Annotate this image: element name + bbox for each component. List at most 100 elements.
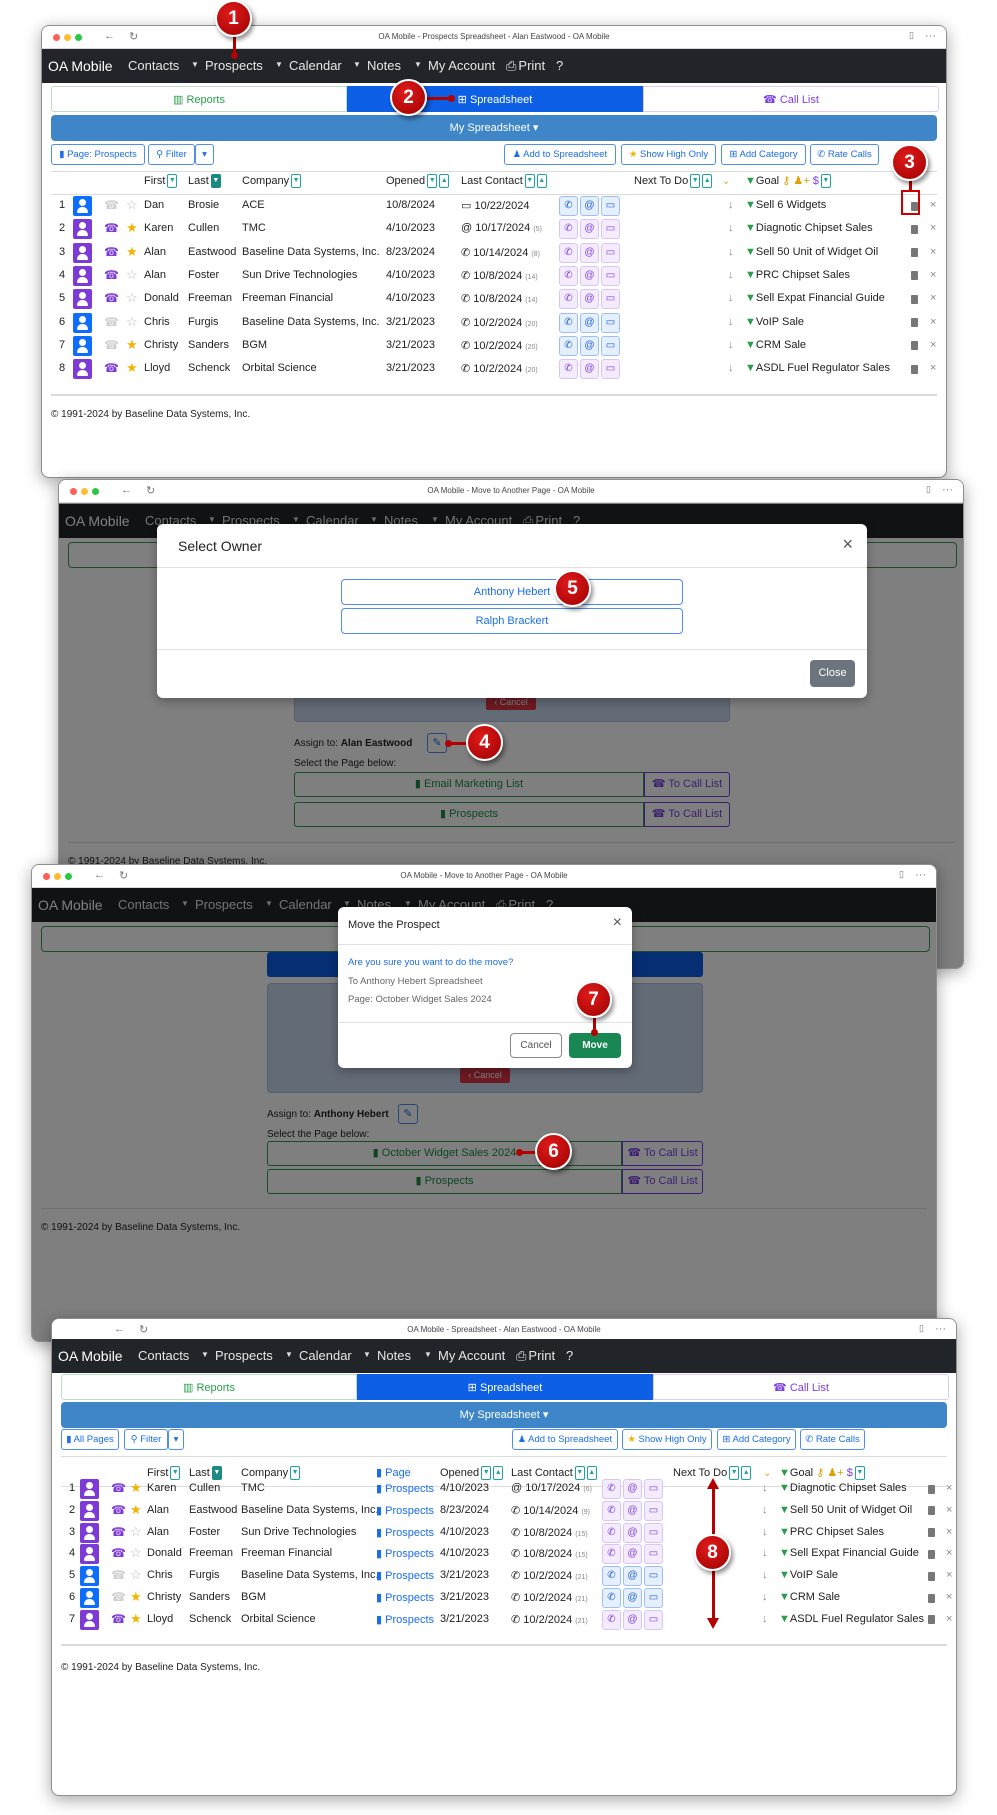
delete-icon[interactable]: × <box>946 1613 952 1625</box>
sort-desc-button[interactable]: ▼ <box>167 174 178 188</box>
contact-avatar-button[interactable] <box>73 265 92 286</box>
move-page-button[interactable] <box>911 223 918 235</box>
contact-avatar-button[interactable] <box>80 1609 99 1630</box>
move-page-button[interactable] <box>911 363 918 375</box>
modal-close-icon[interactable]: × <box>842 534 853 555</box>
note-button[interactable]: ▭ <box>601 289 620 310</box>
note-button[interactable]: ▭ <box>601 196 620 216</box>
email-button[interactable]: @ <box>623 1609 642 1630</box>
call-button[interactable]: ✆ <box>559 359 578 380</box>
sort-asc-button[interactable]: ▲ <box>493 1466 504 1480</box>
move-page-button[interactable] <box>911 270 918 282</box>
delete-icon[interactable]: × <box>930 362 936 374</box>
star-filled-icon[interactable]: ★ <box>130 1611 142 1627</box>
call-button[interactable]: ✆ <box>602 1500 621 1521</box>
nav-item-print[interactable]: ⎙Print <box>506 58 545 74</box>
star-empty-icon[interactable]: ☆ <box>130 1545 142 1561</box>
contact-avatar-button[interactable] <box>73 219 92 240</box>
page-link[interactable]: ▮ Prospects <box>376 1613 434 1626</box>
nav-item--[interactable]: ? <box>566 1348 573 1363</box>
delete-icon[interactable]: × <box>930 222 936 234</box>
contact-avatar-button[interactable] <box>80 1500 99 1521</box>
call-button[interactable]: ✆ <box>559 335 578 356</box>
move-page-button[interactable] <box>928 1614 935 1626</box>
delete-icon[interactable]: × <box>930 246 936 258</box>
email-button[interactable]: @ <box>580 219 599 240</box>
sort-desc-button[interactable]: ▼ <box>210 174 221 188</box>
delete-icon[interactable]: × <box>946 1547 952 1559</box>
delete-icon[interactable]: × <box>946 1526 952 1538</box>
tab-call-list[interactable]: ☎ Call List <box>643 86 939 112</box>
down-arrow-icon[interactable]: ↓ <box>728 292 734 304</box>
star-filled-icon[interactable]: ★ <box>126 337 138 353</box>
caret-down-icon[interactable]: ▼ <box>191 60 199 69</box>
nav-item-print[interactable]: ⎙Print <box>516 1348 555 1364</box>
call-list-icon[interactable]: ☎ <box>104 221 119 235</box>
star-empty-icon[interactable]: ☆ <box>126 267 138 283</box>
nav-item-notes[interactable]: Notes <box>377 1348 411 1363</box>
move-page-button[interactable] <box>911 293 918 305</box>
star-empty-icon[interactable]: ☆ <box>126 290 138 306</box>
note-button[interactable]: ▭ <box>601 219 620 240</box>
delete-icon[interactable]: × <box>946 1569 952 1581</box>
call-list-icon[interactable]: ☎ <box>104 291 119 305</box>
call-list-icon[interactable]: ☎ <box>104 268 119 282</box>
page-button[interactable]: ▮ All Pages <box>61 1429 119 1450</box>
contact-avatar-button[interactable] <box>80 1544 99 1565</box>
contact-avatar-button[interactable] <box>80 1588 99 1608</box>
email-button[interactable]: @ <box>580 196 599 216</box>
email-button[interactable]: @ <box>580 312 599 333</box>
down-arrow-icon[interactable]: ↓ <box>762 1591 768 1603</box>
filter-dropdown-button[interactable]: ▾ <box>195 144 214 165</box>
move-page-button[interactable] <box>928 1527 935 1539</box>
owner-button-anthony-hebert[interactable]: Anthony Hebert <box>341 579 683 605</box>
email-button[interactable]: @ <box>580 265 599 286</box>
filter-button[interactable]: ⚲ Filter <box>124 1429 168 1450</box>
call-button[interactable]: ✆ <box>602 1522 621 1543</box>
call-button[interactable]: ✆ <box>602 1479 621 1499</box>
more-icon[interactable]: ··· <box>925 30 936 42</box>
down-arrow-icon[interactable]: ↓ <box>762 1613 768 1625</box>
contact-avatar-button[interactable] <box>73 335 92 356</box>
page-name[interactable]: Prospects <box>385 1483 434 1495</box>
note-button[interactable]: ▭ <box>601 312 620 333</box>
nav-item-prospects[interactable]: Prospects <box>205 58 263 73</box>
filter-button[interactable]: ⚲ Filter <box>148 144 195 165</box>
sidebar-toggle-icon[interactable]: ▯ <box>926 484 931 495</box>
caret-down-icon[interactable]: ▼ <box>424 1350 432 1359</box>
rate-calls-button[interactable]: ✆ Rate Calls <box>810 144 879 165</box>
contact-avatar-button[interactable] <box>80 1522 99 1543</box>
call-list-icon[interactable]: ☎ <box>104 338 119 352</box>
move-page-button[interactable] <box>928 1592 935 1604</box>
down-arrow-icon[interactable]: ↓ <box>728 339 734 351</box>
sidebar-toggle-icon[interactable]: ▯ <box>919 1323 924 1334</box>
sort-desc-button[interactable]: ▼ <box>211 1466 222 1480</box>
contact-avatar-button[interactable] <box>73 359 92 380</box>
delete-icon[interactable]: × <box>930 292 936 304</box>
nav-item--[interactable]: ? <box>556 58 563 73</box>
nav-item-notes[interactable]: Notes <box>367 58 401 73</box>
call-button[interactable]: ✆ <box>559 312 578 333</box>
contact-avatar-button[interactable] <box>73 196 92 216</box>
call-button[interactable]: ✆ <box>559 265 578 286</box>
sort-asc-button[interactable]: ▲ <box>536 174 547 188</box>
caret-down-icon[interactable]: ▼ <box>414 60 422 69</box>
page-name[interactable]: Prospects <box>385 1505 434 1517</box>
note-button[interactable]: ▭ <box>644 1588 663 1608</box>
note-button[interactable]: ▭ <box>644 1566 663 1587</box>
star-empty-icon[interactable]: ☆ <box>126 197 138 213</box>
contact-avatar-button[interactable] <box>73 312 92 333</box>
more-icon[interactable]: ··· <box>915 869 926 881</box>
show-high-only-button[interactable]: ★ Show High Only <box>622 1429 712 1450</box>
call-list-icon[interactable]: ☎ <box>111 1525 126 1539</box>
caret-down-icon[interactable]: ▼ <box>275 60 283 69</box>
move-page-button[interactable] <box>928 1570 935 1582</box>
page-name[interactable]: Prospects <box>385 1592 434 1604</box>
caret-down-icon[interactable]: ▼ <box>363 1350 371 1359</box>
down-arrow-icon[interactable]: ↓ <box>762 1569 768 1581</box>
call-button[interactable]: ✆ <box>602 1544 621 1565</box>
call-list-icon[interactable]: ☎ <box>104 245 119 259</box>
sidebar-toggle-icon[interactable]: ▯ <box>899 869 904 880</box>
rate-calls-button[interactable]: ✆ Rate Calls <box>800 1429 865 1450</box>
delete-icon[interactable]: × <box>946 1591 952 1603</box>
